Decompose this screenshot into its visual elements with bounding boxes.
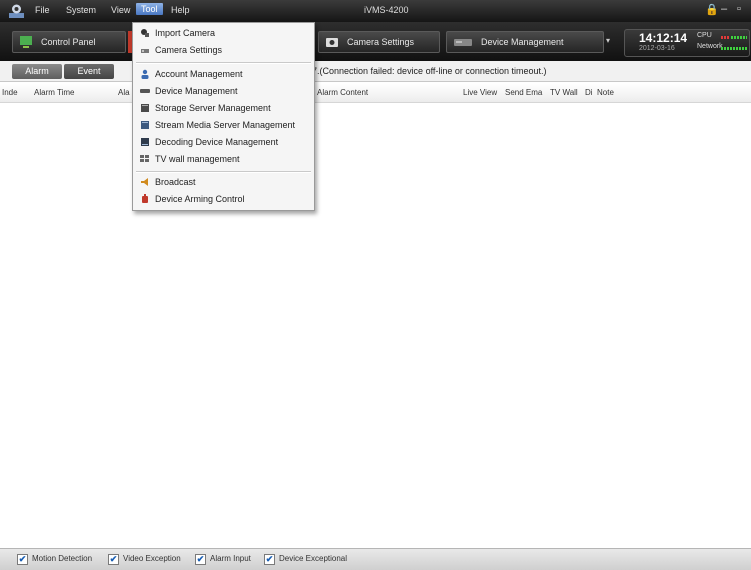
menu-view[interactable]: View [111, 5, 130, 15]
column-live-view[interactable]: Live View [463, 88, 497, 97]
tool-menu-dropdown: Import Camera Camera Settings Account Ma… [132, 22, 315, 211]
device-exceptional-checkbox[interactable]: ✔ [264, 554, 275, 565]
alarm-table-header: Inde Alarm Time Ala Alarm Content Live V… [0, 84, 751, 103]
menu-item-label: TV wall management [155, 154, 240, 164]
arming-control-icon [142, 194, 148, 203]
account-icon [141, 69, 149, 79]
broadcast-icon [141, 178, 148, 186]
status-clock: 14:12:14 2012-03-16 CPU Network [624, 29, 750, 57]
menu-item-account-management[interactable]: Account Management [133, 66, 314, 83]
tab-event[interactable]: Event [64, 64, 114, 79]
cpu-meter [721, 36, 729, 39]
device-exceptional-label: Device Exceptional [279, 554, 348, 563]
connection-status-message: 7.(Connection failed: device off-line or… [312, 66, 547, 76]
column-alarm-time[interactable]: Alarm Time [34, 88, 74, 97]
menu-item-device-arming[interactable]: Device Arming Control [133, 191, 314, 208]
close-button[interactable]: ▫ [737, 3, 741, 15]
camera-settings-icon [326, 38, 338, 47]
import-camera-icon [141, 29, 149, 37]
menu-item-storage-server[interactable]: Storage Server Management [133, 100, 314, 117]
lock-icon[interactable]: 🔒 [705, 3, 719, 16]
device-icon [140, 89, 150, 93]
stream-media-icon [141, 121, 149, 129]
menu-system[interactable]: System [66, 5, 96, 15]
network-label: Network [697, 43, 723, 50]
camera-settings-icon [141, 49, 149, 53]
alarm-input-label: Alarm Input [210, 554, 251, 563]
storage-server-icon [141, 104, 149, 112]
menu-item-label: Device Arming Control [155, 194, 245, 204]
control-panel-button[interactable]: Control Panel [12, 31, 126, 53]
column-index[interactable]: Inde [2, 88, 18, 97]
column-alarm-content[interactable]: Alarm Content [317, 88, 368, 97]
app-logo-icon [9, 4, 24, 18]
menu-item-label: Device Management [155, 86, 238, 96]
menu-item-camera-settings[interactable]: Camera Settings [133, 42, 314, 59]
alarm-filter-bar: ✔ Motion Detection ✔ Video Exception ✔ A… [0, 548, 751, 570]
motion-detection-checkbox[interactable]: ✔ [17, 554, 28, 565]
network-meter [721, 47, 747, 50]
minimize-button[interactable]: – [721, 3, 727, 15]
menu-item-label: Decoding Device Management [155, 137, 279, 147]
motion-detection-label: Motion Detection [32, 554, 93, 563]
menu-item-label: Broadcast [155, 177, 196, 187]
menu-item-label: Import Camera [155, 28, 216, 38]
device-management-label: Device Management [481, 37, 564, 47]
column-alarm-type[interactable]: Ala [118, 88, 130, 97]
menu-tool[interactable]: Tool [136, 3, 163, 15]
menu-item-decoding-device[interactable]: Decoding Device Management [133, 134, 314, 151]
device-management-button[interactable]: Device Management [446, 31, 604, 53]
device-management-icon [454, 39, 472, 46]
clock-date: 2012-03-16 [639, 45, 675, 52]
alarm-table-body [0, 103, 751, 545]
menu-help[interactable]: Help [171, 5, 190, 15]
decoding-device-icon [141, 138, 149, 146]
menu-item-label: Stream Media Server Management [155, 120, 296, 130]
title-bar: File System View Tool Help iVMS-4200 🔒 –… [0, 0, 751, 22]
alarm-input-checkbox[interactable]: ✔ [195, 554, 206, 565]
tab-alarm[interactable]: Alarm [12, 64, 62, 79]
menu-item-broadcast[interactable]: Broadcast [133, 174, 314, 191]
menu-item-label: Storage Server Management [155, 103, 271, 113]
menu-item-label: Account Management [155, 69, 243, 79]
video-exception-label: Video Exception [123, 554, 181, 563]
alarm-tab-row: Alarm Event 7.(Connection failed: device… [0, 61, 751, 82]
column-send-email[interactable]: Send Ema [505, 88, 542, 97]
tv-wall-icon [140, 155, 149, 162]
app-title: iVMS-4200 [364, 5, 409, 15]
menu-item-label: Camera Settings [155, 45, 223, 55]
cpu-label: CPU [697, 32, 712, 39]
menu-file[interactable]: File [35, 5, 50, 15]
menu-item-tv-wall[interactable]: TV wall management [133, 151, 314, 168]
menu-separator [136, 62, 311, 64]
cpu-meter-green [731, 36, 747, 39]
control-panel-icon [20, 36, 32, 48]
menu-item-stream-media-server[interactable]: Stream Media Server Management [133, 117, 314, 134]
clock-time: 14:12:14 [639, 31, 688, 45]
menu-item-device-management[interactable]: Device Management [133, 83, 314, 100]
main-toolbar: Control Panel Camera Settings Device Man… [0, 22, 751, 61]
toolbar-more-icon[interactable]: ▾ [606, 36, 616, 46]
video-exception-checkbox[interactable]: ✔ [108, 554, 119, 565]
column-display[interactable]: Di [585, 88, 593, 97]
column-note[interactable]: Note [597, 88, 614, 97]
camera-settings-button[interactable]: Camera Settings [318, 31, 440, 53]
control-panel-label: Control Panel [41, 37, 96, 47]
menu-separator [136, 171, 311, 173]
column-tv-wall[interactable]: TV Wall [550, 88, 578, 97]
camera-settings-label: Camera Settings [347, 37, 415, 47]
menu-item-import-camera[interactable]: Import Camera [133, 25, 314, 42]
